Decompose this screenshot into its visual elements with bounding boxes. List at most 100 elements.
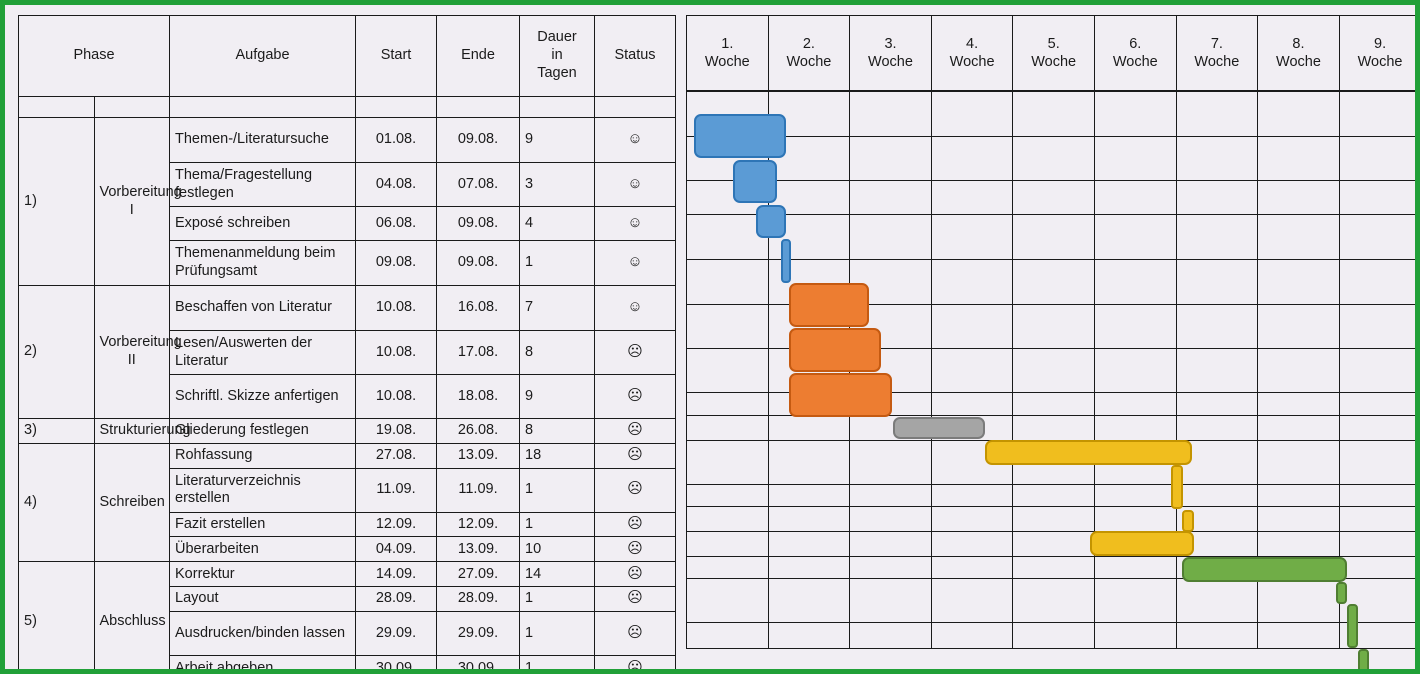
table-row[interactable]: 4) Schreiben Rohfassung 27.08. 13.09. 18 ☹: [18, 442, 676, 563]
task-duration: 1: [519, 240, 595, 286]
phase-number: 1): [18, 117, 95, 286]
gantt-cell: [686, 440, 769, 485]
gantt-cell: [1093, 415, 1177, 441]
task-status-cell: ☹: [594, 442, 676, 469]
task-table: Phase Aufgabe Start Ende Dauer in Tagen …: [18, 15, 676, 674]
gantt-cell: [849, 484, 932, 507]
gantt-cell: [1338, 180, 1415, 215]
phase-name: Vorbereitung I: [93, 117, 182, 286]
gantt-cell: [1257, 415, 1340, 441]
gantt-cell: [1175, 91, 1259, 137]
gap-cell: [436, 96, 520, 118]
gantt-cell: [930, 91, 1014, 137]
phase-number: 4): [18, 442, 95, 563]
smiley-sad-icon: ☹: [627, 421, 643, 438]
gantt-cell: [1093, 180, 1177, 215]
week-label: Woche: [1357, 54, 1403, 70]
gantt-cell: [1175, 578, 1259, 623]
header-start: Start: [355, 15, 437, 97]
task-duration: 1: [519, 467, 595, 513]
phase-name: Schreiben: [93, 442, 170, 563]
task-name: Themenanmeldung beim Prüfungsamt: [169, 240, 356, 286]
gantt-cell: [930, 622, 1014, 649]
task-status-cell: ☹: [594, 467, 676, 513]
week-number: 9.: [1374, 35, 1387, 52]
gantt-cell: [1175, 348, 1259, 393]
gantt-cell: [686, 392, 769, 416]
task-status-cell: ☹: [594, 511, 676, 538]
gantt-cell: [1093, 136, 1177, 181]
gantt-cell: [767, 622, 851, 649]
gantt-cell: [1012, 91, 1095, 137]
task-start: 06.08.: [355, 206, 437, 241]
gantt-cell: [1338, 214, 1415, 260]
smiley-sad-icon: ☹: [627, 539, 643, 557]
week-label: Woche: [786, 54, 832, 70]
gantt-cell: [767, 91, 851, 137]
task-start: 29.09.: [355, 611, 437, 657]
task-status-cell: ☺: [594, 240, 676, 286]
week-number: 1.: [721, 35, 734, 52]
task-end: 28.09.: [436, 586, 520, 613]
gantt-cell: [1012, 578, 1095, 623]
table-row[interactable]: 1) Vorbereitung I Themen-/Literatursuche 01…: [18, 117, 676, 286]
task-end: 12.09.: [436, 511, 520, 538]
gantt-cell: [849, 304, 932, 349]
task-duration: 10: [519, 536, 595, 563]
task-name: Rohfassung: [169, 442, 356, 469]
task-start: 04.09.: [355, 536, 437, 563]
week-header-4: 4. Woche: [930, 15, 1014, 91]
gantt-cell: [1338, 484, 1415, 507]
gantt-cell: [1338, 556, 1415, 579]
gantt-cell: [767, 556, 851, 579]
gantt-cell: [767, 214, 851, 260]
gantt-cell: [849, 348, 932, 393]
gantt-grid-table: 1. Woche 2. Woche 3. Woche 4. Woche 5. Woche 6. Woc…: [686, 15, 1415, 649]
smiley-sad-icon: ☹: [627, 589, 643, 607]
gantt-cell: [686, 415, 769, 441]
gantt-cell: [767, 348, 851, 393]
gantt-cell: [1338, 415, 1415, 441]
gap-cell: [93, 96, 170, 118]
task-start: 14.09.: [355, 561, 437, 588]
gantt-cell: [849, 214, 932, 260]
gantt-cell: [1338, 622, 1415, 649]
smiley-sad-icon: ☹: [627, 564, 643, 582]
task-start: 09.08.: [355, 240, 437, 286]
header-dauer-line1: Dauer: [537, 29, 577, 46]
week-header-3: 3. Woche: [849, 15, 932, 91]
gantt-cell: [1012, 415, 1095, 441]
task-status-cell: ☹: [594, 561, 676, 588]
table-row[interactable]: 5) Abschluss Korrektur 14.09. 27.09. 14 ☹: [18, 561, 676, 669]
gantt-cell: [767, 506, 851, 532]
gantt-cell: [930, 180, 1014, 215]
smiley-sad-icon: ☹: [627, 658, 643, 674]
gantt-cell: [849, 91, 932, 137]
week-number: 5.: [1047, 35, 1060, 52]
gantt-cell: [1175, 506, 1259, 532]
gantt-cell: [930, 259, 1014, 305]
gantt-row: [686, 180, 1415, 215]
gantt-cell: [1257, 136, 1340, 181]
gantt-cell: [767, 484, 851, 507]
gantt-row: [686, 415, 1415, 441]
table-row[interactable]: 2) Vorbereitung II Beschaffen von Literatu…: [18, 285, 676, 419]
gantt-row: [686, 622, 1415, 649]
gantt-cell: [849, 136, 932, 181]
week-header-2: 2. Woche: [767, 15, 851, 91]
table-row[interactable]: 3) Strukturierung Gliederung festlegen 19.0…: [18, 418, 676, 444]
task-end: 11.09.: [436, 467, 520, 513]
gantt-cell: [1257, 440, 1340, 485]
task-name: Schriftl. Skizze anfertigen: [169, 374, 356, 419]
task-end: 18.08.: [436, 374, 520, 419]
gantt-cell: [1093, 506, 1177, 532]
gantt-bar[interactable]: [1358, 649, 1369, 669]
gantt-cell: [930, 484, 1014, 507]
smiley-happy-icon: ☺: [627, 174, 643, 192]
smiley-happy-icon: ☺: [627, 298, 643, 316]
gantt-cell: [1338, 392, 1415, 416]
week-number: 7.: [1210, 35, 1223, 52]
gantt-cell: [686, 506, 769, 532]
week-label: Woche: [868, 54, 913, 70]
task-start: 12.09.: [355, 511, 437, 538]
